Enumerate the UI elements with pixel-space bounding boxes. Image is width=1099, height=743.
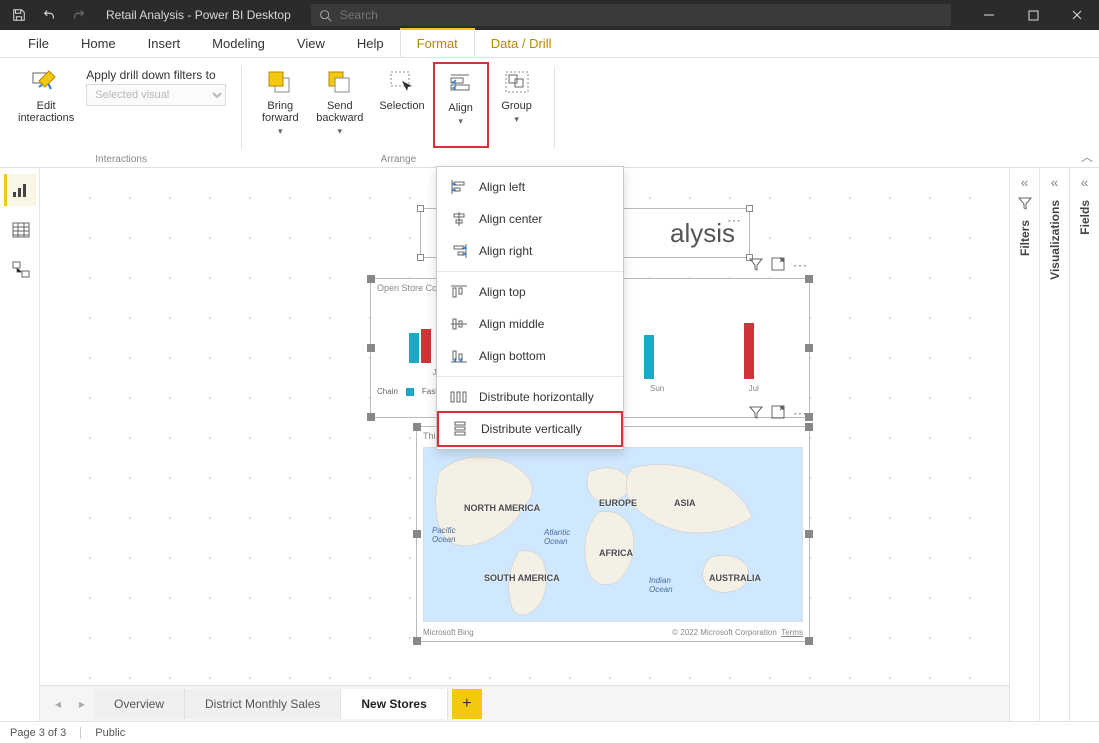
align-dropdown: Align left Align center Align right Alig…	[436, 166, 624, 450]
save-icon[interactable]	[6, 2, 32, 28]
selection-button[interactable]: Selection	[371, 62, 432, 148]
tab-nav-next[interactable]: ▸	[70, 692, 94, 716]
tab-modeling[interactable]: Modeling	[196, 30, 281, 57]
send-backward-icon	[324, 66, 356, 98]
collapse-ribbon-button[interactable]: ︿	[1081, 148, 1093, 165]
chevron-left-icon: «	[1051, 174, 1059, 190]
send-backward-button[interactable]: Send backward ▾	[308, 62, 371, 148]
group-button[interactable]: Group ▾	[489, 62, 545, 148]
tab-file[interactable]: File	[12, 30, 65, 57]
close-button[interactable]	[1055, 0, 1099, 30]
chevron-left-icon: «	[1081, 174, 1089, 190]
ribbon: Edit interactions Apply drill down filte…	[0, 58, 1099, 168]
add-page-button[interactable]: +	[452, 689, 482, 719]
tab-format[interactable]: Format	[400, 28, 475, 57]
more-icon[interactable]: ⋯	[793, 405, 809, 421]
chevron-down-icon: ▾	[278, 126, 283, 137]
bring-forward-icon	[264, 66, 296, 98]
group-label-interactions: Interactions	[0, 154, 242, 165]
status-sensitivity: Public	[95, 727, 125, 739]
bing-logo: Microsoft Bing	[423, 628, 474, 637]
distribute-vertically-item[interactable]: Distribute vertically	[437, 411, 623, 447]
chevron-down-icon: ▾	[514, 114, 519, 125]
more-icon[interactable]: ⋯	[793, 257, 809, 273]
bring-forward-button[interactable]: Bring forward ▾	[252, 62, 308, 148]
chevron-down-icon: ▾	[338, 126, 343, 137]
view-rail	[0, 168, 40, 721]
search-icon	[319, 9, 332, 22]
tab-home[interactable]: Home	[65, 30, 132, 57]
page-tabs: ◂ ▸ Overview District Monthly Sales New …	[40, 685, 1009, 721]
align-bottom-item[interactable]: Align bottom	[437, 340, 623, 372]
minimize-button[interactable]	[967, 0, 1011, 30]
selection-icon	[386, 66, 418, 98]
page-tab-overview[interactable]: Overview	[94, 689, 185, 719]
data-view-button[interactable]	[4, 214, 36, 246]
edit-interactions-button[interactable]: Edit interactions	[10, 62, 82, 148]
filters-pane-collapsed[interactable]: « Filters	[1009, 168, 1039, 721]
align-icon	[445, 68, 477, 100]
group-label-arrange: Arrange	[242, 154, 554, 165]
visualizations-pane-collapsed[interactable]: « Visualizations	[1039, 168, 1069, 721]
drill-filters-select[interactable]: Selected visual	[86, 84, 226, 106]
tab-view[interactable]: View	[281, 30, 341, 57]
maximize-button[interactable]	[1011, 0, 1055, 30]
align-left-icon	[449, 177, 469, 197]
status-bar: Page 3 of 3 Public	[0, 721, 1099, 743]
focus-icon[interactable]	[771, 405, 787, 421]
chevron-left-icon: «	[1021, 174, 1029, 190]
tab-insert[interactable]: Insert	[132, 30, 197, 57]
page-tab-district[interactable]: District Monthly Sales	[185, 689, 341, 719]
right-panes: « Filters « Visualizations « Fields	[1009, 168, 1099, 721]
search-input[interactable]	[340, 8, 943, 22]
align-top-item[interactable]: Align top	[437, 276, 623, 308]
filter-icon[interactable]	[749, 405, 765, 421]
drill-filters-label: Apply drill down filters to	[86, 68, 226, 82]
undo-icon[interactable]	[36, 2, 62, 28]
app-title: Retail Analysis - Power BI Desktop	[106, 8, 291, 22]
menu-tabs: File Home Insert Modeling View Help Form…	[0, 30, 1099, 58]
fields-pane-collapsed[interactable]: « Fields	[1069, 168, 1099, 721]
tab-data-drill[interactable]: Data / Drill	[475, 30, 568, 57]
align-center-icon	[449, 209, 469, 229]
align-top-icon	[449, 282, 469, 302]
filter-icon[interactable]	[749, 257, 765, 273]
status-page: Page 3 of 3	[10, 727, 66, 739]
report-view-button[interactable]	[4, 174, 36, 206]
edit-interactions-icon	[30, 66, 62, 98]
group-icon	[501, 66, 533, 98]
chevron-down-icon: ▾	[458, 116, 463, 127]
tab-nav-prev[interactable]: ◂	[46, 692, 70, 716]
map-terms-link[interactable]: Terms	[781, 628, 803, 637]
align-center-item[interactable]: Align center	[437, 203, 623, 235]
page-tab-newstores[interactable]: New Stores	[341, 689, 447, 719]
redo-icon[interactable]	[66, 2, 92, 28]
align-middle-icon	[449, 314, 469, 334]
titlebar: Retail Analysis - Power BI Desktop	[0, 0, 1099, 30]
model-view-button[interactable]	[4, 254, 36, 286]
align-left-item[interactable]: Align left	[437, 171, 623, 203]
tab-help[interactable]: Help	[341, 30, 400, 57]
align-right-item[interactable]: Align right	[437, 235, 623, 267]
distribute-h-icon	[449, 387, 469, 407]
visual-options-icon[interactable]: ⋯	[727, 212, 743, 229]
filter-pane-icon	[1018, 196, 1032, 210]
align-bottom-icon	[449, 346, 469, 366]
search-box[interactable]	[311, 4, 951, 26]
focus-icon[interactable]	[771, 257, 787, 273]
align-button[interactable]: Align ▾	[433, 62, 489, 148]
map-visual[interactable]: ⋯ This Year Sales by City and Chain NORT…	[416, 426, 810, 642]
align-right-icon	[449, 241, 469, 261]
align-middle-item[interactable]: Align middle	[437, 308, 623, 340]
distribute-v-icon	[451, 419, 471, 439]
distribute-horizontally-item[interactable]: Distribute horizontally	[437, 381, 623, 413]
map-canvas[interactable]: NORTH AMERICA SOUTH AMERICA EUROPE AFRIC…	[423, 447, 803, 622]
